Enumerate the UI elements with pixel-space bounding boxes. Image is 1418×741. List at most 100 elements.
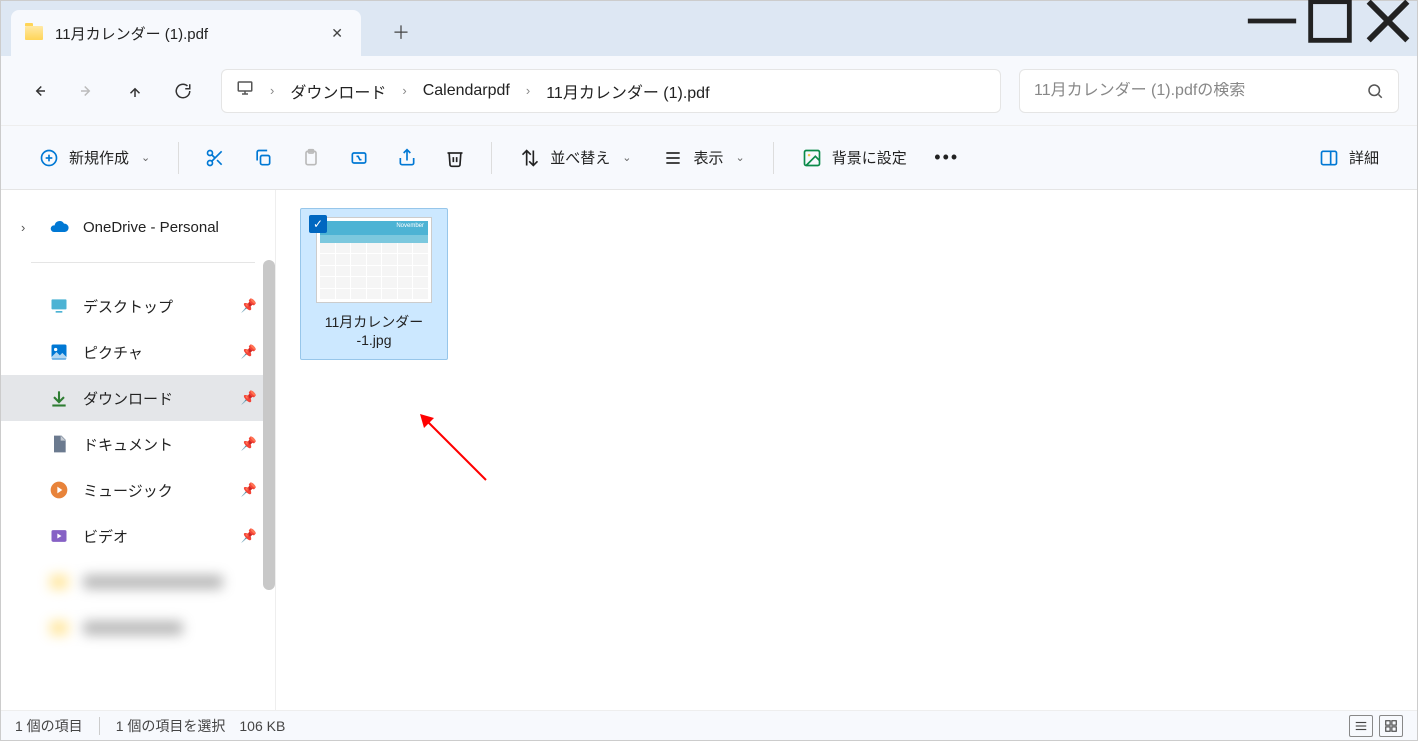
sidebar-item-label: ドキュメント — [83, 434, 173, 455]
image-icon — [802, 148, 822, 168]
sidebar: › OneDrive - Personal デスクトップ 📌 ピクチャ 📌 ダウ… — [1, 190, 276, 712]
breadcrumb-part[interactable]: Calendarpdf — [423, 82, 510, 100]
sidebar-item-documents[interactable]: ドキュメント 📌 — [1, 421, 275, 467]
selection-count: 1 個の項目を選択 — [116, 716, 226, 736]
pin-icon[interactable]: 📌 — [241, 528, 257, 544]
navbar: › ダウンロード › Calendarpdf › 11月カレンダー (1).pd… — [1, 56, 1417, 126]
toolbar: 新規作成 ⌄ 並べ替え ⌄ 表示 ⌄ 背景に設定 ••• 詳細 — [1, 126, 1417, 190]
folder-icon — [49, 572, 69, 592]
cut-button[interactable] — [193, 138, 237, 178]
share-button[interactable] — [385, 138, 429, 178]
close-tab-button[interactable]: ✕ — [327, 21, 347, 46]
up-button[interactable] — [115, 71, 155, 111]
refresh-button[interactable] — [163, 71, 203, 111]
folder-icon — [49, 618, 69, 638]
separator — [178, 142, 179, 174]
window-controls — [1243, 1, 1417, 41]
sidebar-item-pictures[interactable]: ピクチャ 📌 — [1, 329, 275, 375]
address-bar[interactable]: › ダウンロード › Calendarpdf › 11月カレンダー (1).pd… — [221, 69, 1001, 113]
pin-icon[interactable]: 📌 — [241, 298, 257, 314]
delete-button[interactable] — [433, 138, 477, 178]
separator — [491, 142, 492, 174]
pin-icon[interactable]: 📌 — [241, 482, 257, 498]
titlebar: 11月カレンダー (1).pdf ✕ ＋ — [1, 1, 1417, 56]
paste-button[interactable] — [289, 138, 333, 178]
list-view-button[interactable] — [1349, 715, 1373, 737]
rename-button[interactable] — [337, 138, 381, 178]
chevron-down-icon: ⌄ — [735, 151, 744, 164]
view-toggle — [1349, 715, 1403, 737]
sort-button[interactable]: 並べ替え ⌄ — [506, 138, 645, 178]
chevron-down-icon: ⌄ — [622, 151, 631, 164]
set-background-button[interactable]: 背景に設定 — [788, 138, 921, 178]
grid-view-button[interactable] — [1379, 715, 1403, 737]
sidebar-item-redacted[interactable] — [1, 559, 275, 605]
file-item[interactable]: ✓ November 11月カレンダー-1.jpg — [300, 208, 448, 360]
pin-icon[interactable]: 📌 — [241, 436, 257, 452]
chevron-right-icon[interactable]: › — [516, 83, 540, 98]
view-label: 表示 — [693, 147, 723, 168]
desktop-icon — [49, 296, 69, 316]
copy-icon — [253, 148, 273, 168]
cloud-icon — [49, 217, 69, 237]
share-icon — [397, 148, 417, 168]
pin-icon[interactable]: 📌 — [241, 390, 257, 406]
sidebar-item-redacted[interactable] — [1, 605, 275, 651]
clipboard-icon — [301, 148, 321, 168]
pin-icon[interactable]: 📌 — [241, 344, 257, 360]
picture-icon — [49, 342, 69, 362]
copy-button[interactable] — [241, 138, 285, 178]
status-bar: 1 個の項目 1 個の項目を選択 106 KB — [1, 710, 1417, 740]
scissors-icon — [205, 148, 225, 168]
sidebar-item-music[interactable]: ミュージック 📌 — [1, 467, 275, 513]
details-pane-button[interactable]: 詳細 — [1305, 138, 1393, 178]
search-box[interactable] — [1019, 69, 1399, 113]
chevron-down-icon: ⌄ — [141, 151, 150, 164]
separator — [99, 717, 100, 735]
sidebar-item-onedrive[interactable]: › OneDrive - Personal — [1, 204, 275, 250]
active-tab[interactable]: 11月カレンダー (1).pdf ✕ — [11, 10, 361, 56]
download-icon — [49, 388, 69, 408]
tab-title: 11月カレンダー (1).pdf — [55, 23, 315, 44]
search-icon — [1366, 82, 1384, 100]
minimize-button[interactable] — [1243, 1, 1301, 41]
sidebar-item-downloads[interactable]: ダウンロード 📌 — [1, 375, 275, 421]
sidebar-item-label: ダウンロード — [83, 388, 173, 409]
sidebar-item-videos[interactable]: ビデオ 📌 — [1, 513, 275, 559]
maximize-button[interactable] — [1301, 1, 1359, 41]
file-name: 11月カレンダー-1.jpg — [325, 313, 424, 349]
more-button[interactable]: ••• — [925, 138, 969, 178]
separator — [31, 262, 255, 263]
sort-icon — [520, 148, 540, 168]
breadcrumb-part[interactable]: 11月カレンダー (1).pdf — [546, 79, 709, 103]
new-button[interactable]: 新規作成 ⌄ — [25, 138, 164, 178]
breadcrumb-part[interactable]: ダウンロード — [290, 79, 386, 103]
pc-icon — [236, 79, 254, 102]
new-tab-button[interactable]: ＋ — [381, 12, 421, 52]
back-button[interactable] — [19, 71, 59, 111]
close-button[interactable] — [1359, 1, 1417, 41]
sidebar-item-desktop[interactable]: デスクトップ 📌 — [1, 283, 275, 329]
background-label: 背景に設定 — [832, 147, 907, 168]
forward-button[interactable] — [67, 71, 107, 111]
details-pane-icon — [1319, 148, 1339, 168]
view-button[interactable]: 表示 ⌄ — [649, 138, 758, 178]
chevron-right-icon[interactable]: › — [21, 220, 31, 235]
chevron-right-icon[interactable]: › — [392, 83, 416, 98]
video-icon — [49, 526, 69, 546]
selection-size: 106 KB — [239, 718, 285, 734]
sidebar-item-label: ピクチャ — [83, 342, 143, 363]
view-icon — [663, 148, 683, 168]
scrollbar[interactable] — [263, 260, 275, 590]
sidebar-item-label: ミュージック — [83, 480, 173, 501]
sidebar-item-label: OneDrive - Personal — [83, 219, 219, 236]
rename-icon — [349, 148, 369, 168]
folder-icon — [25, 26, 43, 40]
new-label: 新規作成 — [69, 147, 129, 168]
file-list[interactable]: ✓ November 11月カレンダー-1.jpg — [276, 190, 1417, 712]
checkbox[interactable]: ✓ — [309, 215, 327, 233]
sidebar-item-label: ビデオ — [83, 526, 128, 547]
main-area: › OneDrive - Personal デスクトップ 📌 ピクチャ 📌 ダウ… — [1, 190, 1417, 712]
chevron-right-icon[interactable]: › — [260, 83, 284, 98]
search-input[interactable] — [1034, 82, 1366, 100]
